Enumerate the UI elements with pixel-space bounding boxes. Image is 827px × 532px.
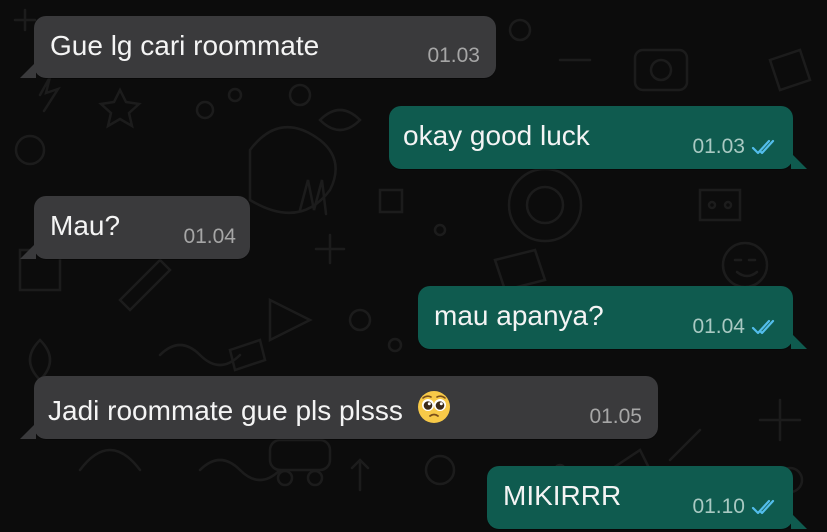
message-bubble-incoming[interactable]: Jadi roommate gue pls plsss 01.05 [20, 376, 658, 439]
message-time: 01.05 [589, 405, 642, 429]
message-text-row: Jadi roommate gue pls plsss [48, 390, 451, 431]
chat-view[interactable]: Gue lg cari roommate 01.03 okay good luc… [0, 0, 827, 532]
message-text: MIKIRRR [503, 480, 622, 511]
message-text: Jadi roommate gue pls plsss [48, 395, 403, 426]
message-text: Mau? [50, 210, 121, 241]
bubble-tail [791, 333, 807, 349]
double-check-read-icon [751, 499, 779, 515]
message-timestamp: 01.03 [427, 44, 480, 67]
message-timestamp: 01.04 [183, 225, 236, 248]
bubble-tail [791, 153, 807, 169]
message-bubble-incoming[interactable]: Mau? 01.04 [20, 196, 250, 259]
message-time: 01.04 [183, 225, 236, 249]
message-bubble-outgoing[interactable]: okay good luck 01.03 [389, 106, 807, 169]
message-bubble-incoming[interactable]: Gue lg cari roommate 01.03 [20, 16, 496, 78]
bubble-tail [791, 513, 807, 529]
message-bubble-outgoing[interactable]: mau apanya? 01.04 [418, 286, 807, 349]
double-check-read-icon [751, 139, 779, 155]
message-timestamp: 01.04 [692, 315, 745, 338]
message-time: 01.03 [427, 44, 480, 68]
bubble-tail [20, 62, 36, 78]
message-text: Gue lg cari roommate [50, 30, 320, 61]
message-time: 01.04 [692, 315, 779, 339]
message-time: 01.03 [692, 135, 779, 159]
message-timestamp: 01.03 [692, 135, 745, 158]
message-text: mau apanya? [434, 300, 604, 331]
chat-wallpaper [13, 8, 812, 494]
bubble-tail [20, 243, 36, 259]
double-check-read-icon [751, 319, 779, 335]
message-time: 01.10 [692, 495, 779, 519]
message-timestamp: 01.10 [692, 495, 745, 518]
message-bubble-outgoing[interactable]: MIKIRRR 01.10 [487, 466, 807, 529]
message-timestamp: 01.05 [589, 405, 642, 428]
bubble-tail [20, 423, 36, 439]
pleading-face-emoji [417, 390, 451, 431]
message-text: okay good luck [403, 120, 590, 151]
